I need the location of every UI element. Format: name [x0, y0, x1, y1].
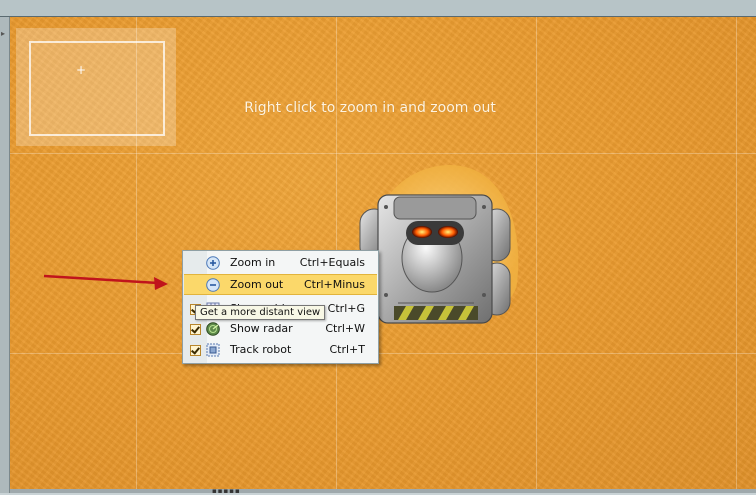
bottom-scroll-strip[interactable]: ▪▪▪▪▪ — [10, 487, 756, 495]
menu-item-zoom-in[interactable]: Zoom in Ctrl+Equals — [184, 253, 377, 273]
menu-item-show-radar[interactable]: Show radar Ctrl+W — [184, 319, 377, 339]
zoom-hint-text: Right click to zoom in and zoom out — [244, 100, 496, 116]
menu-item-track-robot[interactable]: Track robot Ctrl+T — [184, 340, 377, 360]
resize-grip-icon[interactable]: ▪▪▪▪▪ — [212, 487, 241, 495]
menu-item-shortcut: Ctrl+W — [325, 322, 365, 335]
track-robot-icon — [206, 343, 220, 357]
top-toolbar — [0, 0, 756, 17]
menu-item-shortcut: Ctrl+Minus — [303, 278, 365, 291]
menu-item-label: Zoom in — [230, 256, 276, 269]
grid-line — [536, 17, 537, 489]
menu-item-label: Track robot — [230, 343, 292, 356]
robot-position-marker: + — [76, 63, 87, 77]
menu-item-label: Zoom out — [230, 278, 284, 291]
red-arrow-icon — [43, 274, 168, 290]
grid-line — [736, 17, 737, 489]
minimap-viewport[interactable] — [29, 41, 165, 136]
panel-expand-icon[interactable]: ▸ — [1, 29, 5, 38]
zoom-in-icon — [206, 256, 220, 270]
menu-item-shortcut: Ctrl+G — [327, 302, 365, 315]
zoom-out-icon — [206, 278, 220, 292]
radar-icon — [206, 322, 220, 336]
left-side-panel: ▸ — [0, 17, 10, 493]
grid-line — [10, 353, 756, 354]
checkbox-checked-icon — [190, 324, 201, 335]
checkbox-checked-icon — [190, 345, 201, 356]
radar-minimap[interactable]: + — [16, 28, 176, 146]
grid-line — [10, 153, 756, 154]
menu-item-zoom-out[interactable]: Zoom out Ctrl+Minus — [184, 274, 377, 295]
tooltip: Get a more distant view — [195, 305, 326, 320]
menu-item-label: Show radar — [230, 322, 293, 335]
menu-item-shortcut: Ctrl+Equals — [299, 256, 365, 269]
menu-item-shortcut: Ctrl+T — [329, 343, 365, 356]
